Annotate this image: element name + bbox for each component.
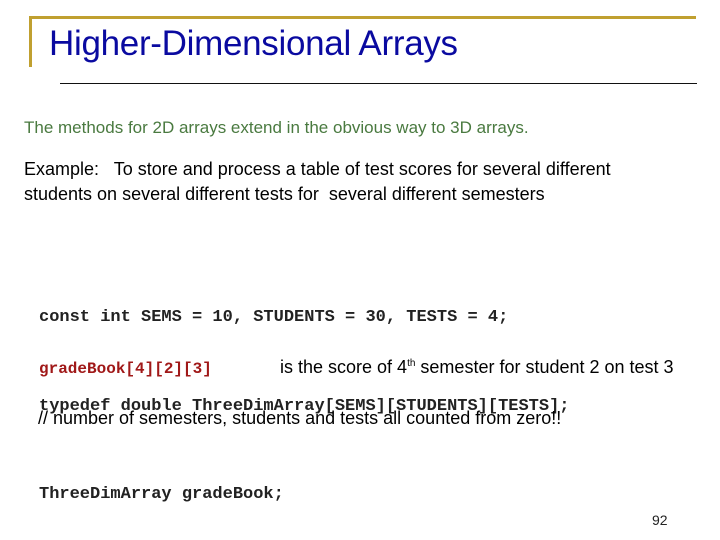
array-access-description: is the score of 4th semester for student…	[280, 357, 674, 378]
title-divider	[60, 83, 697, 84]
page-number: 92	[652, 512, 668, 528]
intro-text: The methods for 2D arrays extend in the …	[24, 118, 529, 137]
code-line: ThreeDimArray gradeBook;	[39, 485, 284, 504]
zero-index-comment: // number of semesters, students and tes…	[38, 408, 562, 428]
array-access-code: gradeBook[4][2][3]	[39, 360, 212, 378]
example-text: Example: To store and process a table of…	[24, 157, 611, 207]
access-desc-after: semester for student 2 on test 3	[415, 357, 674, 377]
title-border-left	[29, 16, 32, 67]
title-border-top	[29, 16, 696, 19]
example-line: students on several different tests for …	[24, 184, 545, 204]
slide-title: Higher-Dimensional Arrays	[49, 24, 458, 63]
array-access-example: gradeBook[4][2][3] is the score of 4th s…	[39, 357, 674, 378]
code-block: const int SEMS = 10, STUDENTS = 30, TEST…	[39, 244, 570, 539]
example-line: Example: To store and process a table of…	[24, 159, 611, 179]
access-desc-before: is the score of 4	[280, 357, 408, 377]
code-line: const int SEMS = 10, STUDENTS = 30, TEST…	[39, 308, 509, 327]
